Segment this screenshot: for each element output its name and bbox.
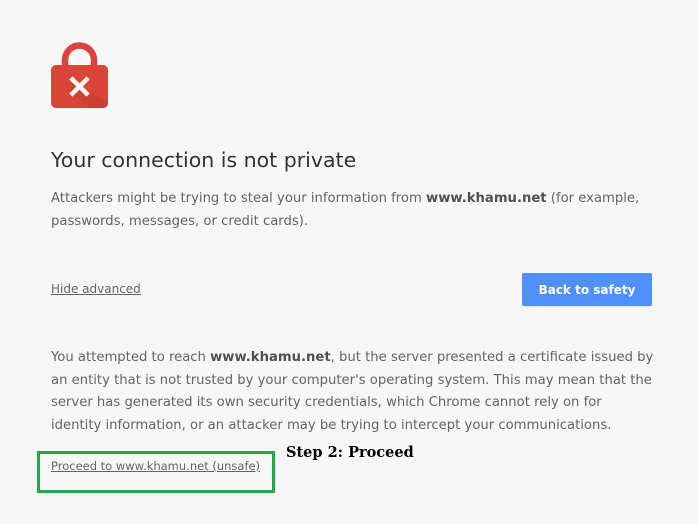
page-title: Your connection is not private: [51, 148, 357, 172]
step-label: Step 2: Proceed: [286, 444, 414, 461]
intro-domain: www.khamu.net: [426, 191, 547, 206]
details-text: You attempted to reach www.khamu.net, bu…: [51, 347, 656, 437]
lock-error-icon: [51, 41, 108, 108]
hide-advanced-link[interactable]: Hide advanced: [51, 282, 141, 296]
back-to-safety-button[interactable]: Back to safety: [522, 273, 652, 306]
proceed-unsafe-link[interactable]: Proceed to www.khamu.net (unsafe): [51, 459, 260, 473]
intro-text-before: Attackers might be trying to steal your …: [51, 191, 427, 206]
details-text-before: You attempted to reach: [51, 350, 211, 365]
intro-text: Attackers might be trying to steal your …: [51, 188, 656, 233]
details-domain: www.khamu.net: [210, 350, 331, 365]
